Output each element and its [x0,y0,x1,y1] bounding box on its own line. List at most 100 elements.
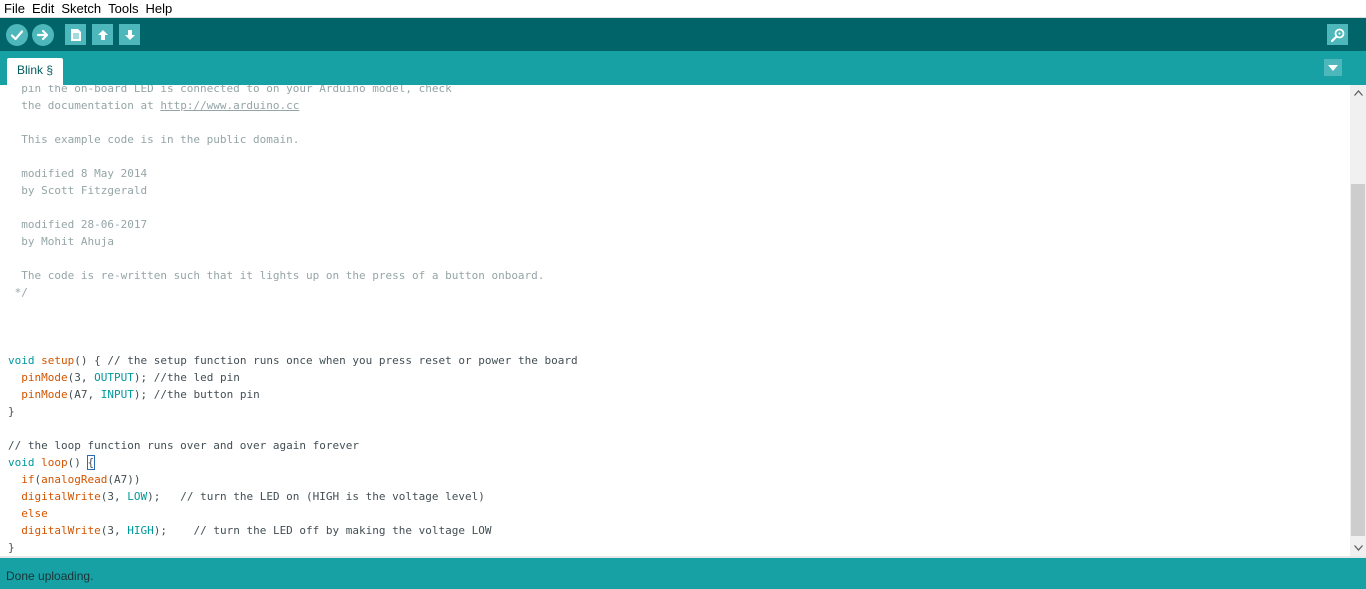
menu-tools[interactable]: Tools [105,0,141,17]
code-token: () { [74,354,108,367]
chevron-down-icon [1353,545,1363,551]
code-token: (3, [100,490,128,503]
magnifier-icon [1330,28,1344,42]
arrow-down-icon [124,29,135,40]
code-token: the documentation at [8,99,161,112]
code-token: The code is re-written such that it ligh… [8,269,545,282]
code-line[interactable]: digitalWrite(3, LOW); // turn the LED on… [0,488,1350,505]
code-token: by Mohit Ahuja [8,235,114,248]
code-token: LOW [127,490,148,503]
code-token: HIGH [127,524,154,537]
code-token: ); // turn the LED off by making the vol… [153,524,492,537]
code-token: INPUT [100,388,134,401]
code-line[interactable]: The code is re-written such that it ligh… [0,267,1350,284]
chevron-up-icon [1353,90,1363,96]
code-line[interactable] [0,301,1350,318]
code-token: ); //the button pin [133,388,260,401]
code-token: // the loop function runs over and over … [8,439,359,452]
chevron-down-icon [1328,64,1338,71]
code-token: ); //the led pin [133,371,240,384]
menu-bar: File Edit Sketch Tools Help [0,0,1366,18]
code-line[interactable]: by Mohit Ahuja [0,233,1350,250]
code-line[interactable]: pin the on-board LED is connected to on … [0,85,1350,97]
code-line[interactable] [0,335,1350,352]
menu-help[interactable]: Help [142,0,175,17]
code-line[interactable]: modified 8 May 2014 [0,165,1350,182]
code-token: (A7, [67,388,101,401]
code-line[interactable]: by Scott Fitzgerald [0,182,1350,199]
scroll-up-arrow[interactable] [1350,85,1366,101]
code-line[interactable] [0,199,1350,216]
serial-monitor-button[interactable] [1327,24,1348,45]
code-line[interactable] [0,148,1350,165]
code-token: modified 28-06-2017 [8,218,148,231]
code-token: (A7)) [107,473,141,486]
code-token: { [86,455,96,470]
arrow-up-icon [97,29,108,40]
code-token: */ [8,286,28,299]
tab-menu-button[interactable] [1324,59,1342,76]
code-token: else [21,507,48,520]
code-token: void [8,456,35,469]
code-line[interactable]: else [0,505,1350,522]
code-line[interactable] [0,114,1350,131]
code-token: pinMode [21,388,68,401]
code-line[interactable]: void setup() { // the setup function run… [0,352,1350,369]
code-token: modified 8 May 2014 [8,167,148,180]
code-line[interactable]: } [0,403,1350,420]
code-token: } [8,541,15,554]
code-token: ); // turn the LED on (HIGH is the volta… [147,490,485,503]
code-editor[interactable]: pin the on-board LED is connected to on … [0,85,1350,556]
code-line[interactable]: // the loop function runs over and over … [0,437,1350,454]
code-lines: pin the on-board LED is connected to on … [0,85,1350,556]
menu-sketch[interactable]: Sketch [58,0,104,17]
code-line[interactable]: void loop() { [0,454,1350,471]
status-bar: Done uploading. [0,556,1366,589]
code-line[interactable]: digitalWrite(3, HIGH); // turn the LED o… [0,522,1350,539]
code-line[interactable]: pinMode(3, OUTPUT); //the led pin [0,369,1350,386]
status-message: Done uploading. [6,569,94,583]
menu-file[interactable]: File [1,0,28,17]
doc-link[interactable]: http://www.arduino.cc [160,99,299,112]
code-line[interactable]: This example code is in the public domai… [0,131,1350,148]
code-token: void [8,354,35,367]
code-token: pinMode [21,371,68,384]
arrow-right-icon [36,29,49,41]
code-token: analogRead [41,473,108,486]
code-token: digitalWrite [21,524,101,537]
code-line[interactable] [0,420,1350,437]
open-button[interactable] [92,24,113,45]
code-token: // the setup function runs once when you… [107,354,578,367]
scroll-thumb[interactable] [1351,184,1365,536]
code-token: OUTPUT [94,371,134,384]
scroll-down-arrow[interactable] [1350,540,1366,556]
code-line[interactable]: } [0,539,1350,556]
vertical-scrollbar[interactable] [1350,85,1366,556]
upload-button[interactable] [32,24,54,46]
code-line[interactable]: the documentation at http://www.arduino.… [0,97,1350,114]
code-line[interactable]: */ [0,284,1350,301]
code-line[interactable]: pinMode(A7, INPUT); //the button pin [0,386,1350,403]
code-token: digitalWrite [21,490,101,503]
code-token: } [8,405,15,418]
checkmark-icon [10,30,24,41]
save-button[interactable] [119,24,140,45]
verify-button[interactable] [6,24,28,46]
code-line[interactable]: if(analogRead(A7)) [0,471,1350,488]
code-line[interactable] [0,250,1350,267]
code-token: if [21,473,35,486]
tab-blink[interactable]: Blink § [7,58,64,85]
toolbar [0,18,1366,51]
menu-edit[interactable]: Edit [29,0,57,17]
code-token: loop [41,456,68,469]
new-sketch-button[interactable] [65,24,86,45]
code-line[interactable] [0,318,1350,335]
code-token: by Scott Fitzgerald [8,184,148,197]
code-token: (3, [100,524,128,537]
code-line[interactable]: modified 28-06-2017 [0,216,1350,233]
